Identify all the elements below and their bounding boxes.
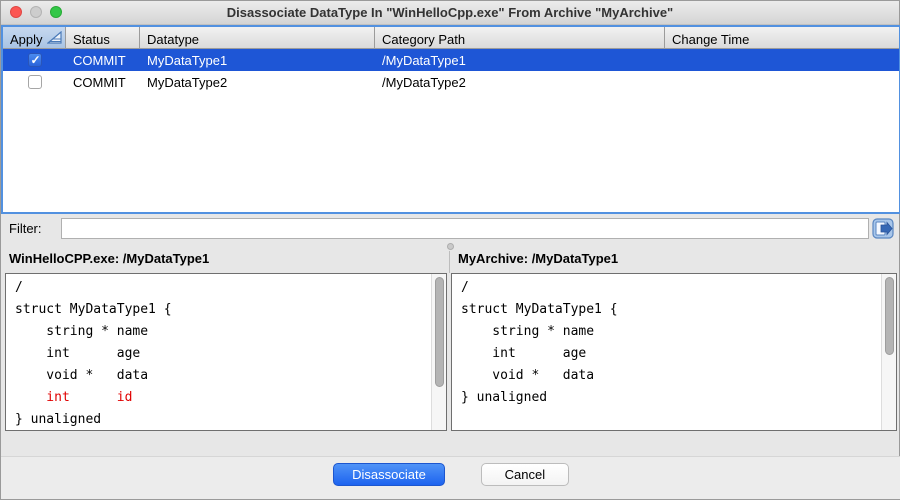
column-header-category-path[interactable]: Category Path [375, 27, 665, 48]
title-bar: Disassociate DataType In "WinHelloCpp.ex… [1, 1, 899, 25]
apply-checkbox[interactable] [28, 75, 42, 89]
table-row[interactable]: COMMIT MyDataType1 /MyDataType1 [3, 49, 899, 71]
cancel-button[interactable]: Cancel [481, 463, 569, 486]
code-line: } unaligned [461, 387, 881, 409]
horizontal-splitter[interactable] [1, 242, 900, 251]
datatype-table: Apply Status Datatype Category Path Chan… [1, 25, 900, 214]
close-button[interactable] [10, 6, 22, 18]
code-line: int age [461, 343, 881, 365]
code-line: string * name [461, 321, 881, 343]
disassociate-button[interactable]: Disassociate [333, 463, 445, 486]
column-header-apply[interactable]: Apply [3, 27, 66, 48]
window-title: Disassociate DataType In "WinHelloCpp.ex… [227, 5, 673, 20]
code-line: struct MyDataType1 { [461, 299, 881, 321]
filter-options-icon [872, 227, 894, 242]
code-line: void * data [461, 365, 881, 387]
filter-options-button[interactable] [872, 218, 894, 239]
code-line: / [461, 277, 881, 299]
comparison-headers: WinHelloCPP.exe: /MyDataType1 MyArchive:… [1, 251, 900, 273]
filter-input[interactable] [61, 218, 869, 239]
category-path-cell: /MyDataType2 [375, 75, 665, 90]
column-header-status[interactable]: Status [66, 27, 140, 48]
datatype-cell: MyDataType1 [140, 53, 375, 68]
splitter-handle-icon [447, 243, 454, 250]
column-header-datatype[interactable]: Datatype [140, 27, 375, 48]
code-line: int age [15, 343, 431, 365]
filter-bar: Filter: [1, 214, 900, 242]
dialog-window: Disassociate DataType In "WinHelloCpp.ex… [0, 0, 900, 500]
minimize-button [30, 6, 42, 18]
code-line: string * name [15, 321, 431, 343]
datatype-cell: MyDataType2 [140, 75, 375, 90]
code-line: int id [15, 387, 431, 409]
right-panel-title: MyArchive: /MyDataType1 [458, 251, 618, 266]
vertical-scrollbar[interactable] [881, 274, 896, 430]
column-header-change-time[interactable]: Change Time [665, 27, 899, 48]
code-line: } unaligned [15, 409, 431, 430]
code-line: / [15, 277, 431, 299]
table-row[interactable]: COMMIT MyDataType2 /MyDataType2 [3, 71, 899, 93]
scrollbar-thumb[interactable] [435, 277, 444, 387]
left-datatype-preview[interactable]: / struct MyDataType1 { string * name int… [5, 273, 447, 431]
code-line: void * data [15, 365, 431, 387]
left-panel-title: WinHelloCPP.exe: /MyDataType1 [9, 251, 209, 266]
sort-ascending-icon [47, 31, 62, 47]
status-cell: COMMIT [66, 75, 140, 90]
status-cell: COMMIT [66, 53, 140, 68]
apply-checkbox[interactable] [28, 53, 42, 67]
panel-divider [449, 251, 450, 273]
vertical-scrollbar[interactable] [431, 274, 446, 430]
code-line: struct MyDataType1 { [15, 299, 431, 321]
category-path-cell: /MyDataType1 [375, 53, 665, 68]
zoom-button[interactable] [50, 6, 62, 18]
table-header-row: Apply Status Datatype Category Path Chan… [3, 27, 899, 49]
right-datatype-preview[interactable]: / struct MyDataType1 { string * name int… [451, 273, 897, 431]
scrollbar-thumb[interactable] [885, 277, 894, 355]
filter-label: Filter: [9, 221, 42, 236]
column-header-label: Apply [10, 32, 43, 47]
button-bar: Disassociate Cancel [1, 456, 900, 499]
